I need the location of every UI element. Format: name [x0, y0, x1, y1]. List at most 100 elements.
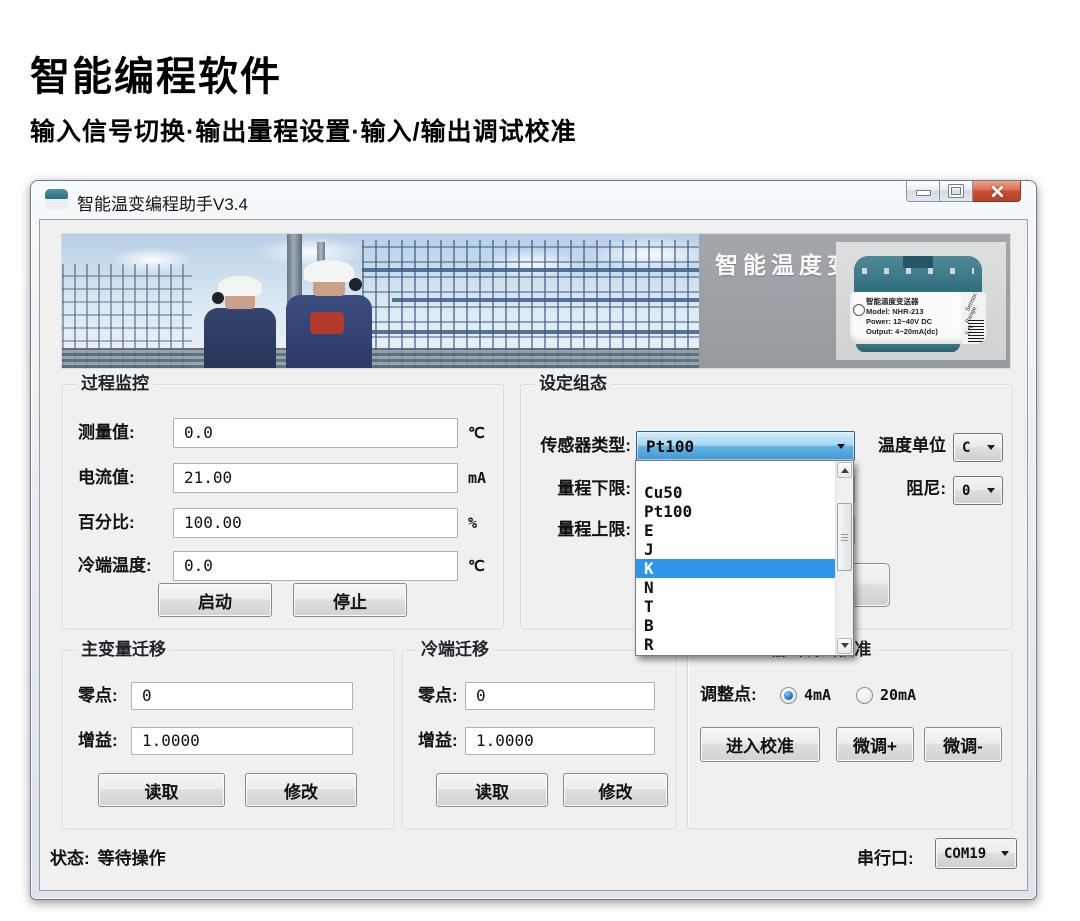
- cold-junction-temp-label: 冷端温度:: [78, 551, 152, 581]
- start-button[interactable]: 启动: [158, 583, 272, 617]
- worker-vest: [310, 312, 344, 334]
- radio-4ma[interactable]: [780, 687, 797, 704]
- sensor-type-value: Pt100: [637, 437, 837, 456]
- group-title: 过程监控: [76, 374, 154, 394]
- banner-panel: 智能温度变送器 智能温度变送器 Model: NHR-213 Power: 12…: [699, 234, 1010, 368]
- fine-tune-plus-button[interactable]: 微调+: [836, 727, 914, 762]
- device-label-line: Output: 4~20mA(dc): [866, 327, 962, 337]
- group-calibration: 4-20mA输出调试校准 调整点: 4mA 20mA 进入校准 微调+ 微调-: [687, 650, 1012, 829]
- main-zero-field[interactable]: 0: [131, 682, 353, 710]
- fine-tune-minus-button[interactable]: 微调-: [924, 727, 1002, 762]
- dropdown-item-j[interactable]: J: [636, 540, 835, 559]
- dropdown-scrollbar[interactable]: [835, 461, 853, 655]
- temp-unit-value: C: [954, 440, 987, 456]
- cold-read-button[interactable]: 读取: [436, 773, 548, 807]
- device-photo: 智能温度变送器 Model: NHR-213 Power: 12~40V DC …: [836, 242, 1006, 360]
- beam-art: [362, 330, 699, 334]
- dropdown-item-k-selected[interactable]: K: [636, 559, 835, 578]
- maximize-button[interactable]: [940, 181, 973, 202]
- dropdown-item-n[interactable]: N: [636, 578, 835, 597]
- gain-label: 增益:: [78, 727, 118, 755]
- ear-muff: [349, 278, 362, 291]
- cold-junction-temp-field[interactable]: 0.0: [173, 551, 458, 581]
- group-main-shift: 主变量迁移 零点: 0 增益: 1.0000 读取 修改: [62, 650, 394, 829]
- group-title: 设定组态: [534, 374, 612, 394]
- app-icon: [44, 188, 69, 212]
- banner: 智能温度变送器 智能温度变送器 Model: NHR-213 Power: 12…: [62, 234, 1010, 368]
- ear-muff: [212, 292, 224, 304]
- adjust-point-label: 调整点:: [700, 683, 757, 707]
- group-title: 主变量迁移: [76, 640, 171, 660]
- percent-field[interactable]: 100.00: [173, 508, 458, 538]
- stop-button[interactable]: 停止: [293, 583, 407, 617]
- device-side-label: Sensor: Range: S.N:: [962, 292, 986, 344]
- scroll-down-button[interactable]: [837, 638, 852, 654]
- sensor-type-dropdown-list: Cu50 Pt100 E J K N T B R: [635, 460, 854, 656]
- beam-art: [392, 298, 699, 302]
- cold-gain-field[interactable]: 1.0000: [465, 727, 655, 755]
- device-cap: [854, 256, 982, 294]
- beam-art: [362, 268, 699, 272]
- device-notch: [903, 256, 933, 268]
- zero-label: 零点:: [418, 682, 458, 710]
- enter-calibration-button[interactable]: 进入校准: [700, 727, 820, 762]
- percent-label: 百分比:: [78, 508, 135, 538]
- radio-20ma[interactable]: [856, 687, 873, 704]
- dropdown-item-r[interactable]: R: [636, 635, 835, 654]
- hard-hat: [304, 260, 354, 282]
- temp-unit-combobox[interactable]: C: [953, 433, 1003, 462]
- device-logo: [853, 304, 865, 316]
- worker-figure: [204, 276, 276, 368]
- main-read-button[interactable]: 读取: [98, 773, 225, 807]
- chevron-down-icon: [987, 445, 995, 454]
- status-text: 状态:等待操作: [50, 844, 166, 869]
- gain-label: 增益:: [418, 727, 458, 755]
- banner-photo: [62, 234, 699, 368]
- caption-buttons: [906, 181, 1021, 203]
- cold-zero-field[interactable]: 0: [465, 682, 655, 710]
- barcode-icon: [968, 320, 984, 342]
- main-gain-field[interactable]: 1.0000: [131, 727, 353, 755]
- cold-junction-temp-unit: ℃: [468, 551, 485, 581]
- serial-port-combobox[interactable]: COM19: [935, 838, 1017, 869]
- device-label-line: Model: NHR-213: [866, 307, 962, 317]
- dropdown-item-cu50[interactable]: Cu50: [636, 483, 835, 502]
- chevron-down-icon: [987, 488, 995, 497]
- device-label-line: 智能温度变送器: [866, 297, 962, 307]
- title-bar[interactable]: 智能温变编程助手V3.4: [31, 181, 1036, 219]
- scroll-up-icon: [841, 464, 849, 473]
- current-value-label: 电流值:: [78, 463, 135, 493]
- scrollbar-thumb[interactable]: [837, 503, 852, 571]
- group-process-monitor: 过程监控 测量值: 0.0 ℃ 电流值: 21.00 mA 百分比: 100.0…: [62, 384, 504, 629]
- measure-value-field[interactable]: 0.0: [173, 418, 458, 448]
- cold-modify-button[interactable]: 修改: [563, 773, 668, 807]
- device-terminals: [862, 268, 974, 274]
- app-window: 智能温变编程助手V3.4: [30, 180, 1037, 900]
- window-title: 智能温变编程助手V3.4: [77, 190, 248, 215]
- damping-combobox[interactable]: 0: [953, 476, 1003, 505]
- device-label: 智能温度变送器 Model: NHR-213 Power: 12~40V DC …: [850, 292, 964, 344]
- dropdown-item-b[interactable]: B: [636, 616, 835, 635]
- scroll-up-button[interactable]: [837, 462, 852, 478]
- dropdown-item-t[interactable]: T: [636, 597, 835, 616]
- close-button[interactable]: [973, 181, 1021, 202]
- dropdown-item-pt100[interactable]: Pt100: [636, 502, 835, 521]
- main-modify-button[interactable]: 修改: [245, 773, 357, 807]
- close-icon: [989, 185, 1005, 198]
- sensor-type-label: 传感器类型:: [526, 431, 631, 461]
- temperature-transmitter: 智能温度变送器 Model: NHR-213 Power: 12~40V DC …: [850, 248, 986, 354]
- dropdown-item[interactable]: [636, 464, 835, 483]
- client-area: 智能温度变送器 智能温度变送器 Model: NHR-213 Power: 12…: [39, 219, 1028, 891]
- radio-4ma-label: 4mA: [804, 683, 831, 707]
- current-value-field[interactable]: 21.00: [173, 463, 458, 493]
- measure-value-label: 测量值:: [78, 418, 135, 448]
- serial-port-value: COM19: [936, 846, 1001, 862]
- dropdown-item-e[interactable]: E: [636, 521, 835, 540]
- group-cold-shift: 冷端迁移 零点: 0 增益: 1.0000 读取 修改: [402, 650, 676, 829]
- worker-figure: [286, 260, 372, 368]
- current-value-unit: mA: [468, 463, 486, 493]
- app-icon-cap: [45, 189, 68, 199]
- app-icon-label: [45, 199, 68, 210]
- page-title: 智能编程软件: [30, 44, 282, 102]
- minimize-button[interactable]: [906, 181, 940, 202]
